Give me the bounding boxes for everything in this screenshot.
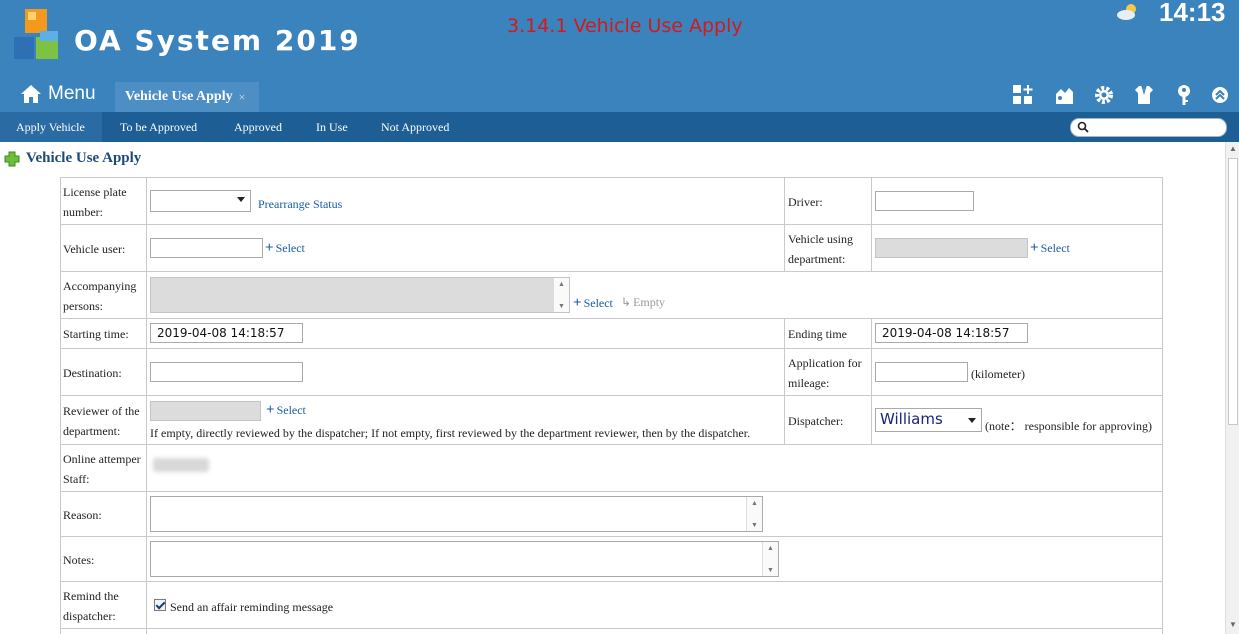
- clock: 14:13: [1159, 0, 1226, 27]
- notes-label: Notes:: [63, 553, 95, 567]
- home-icon: [21, 85, 41, 103]
- dispatcher-value: Williams: [880, 410, 943, 428]
- license-label: License plate number:: [63, 185, 127, 219]
- plus-icon: +: [266, 402, 275, 418]
- row-divider: [60, 628, 1163, 629]
- accompany-label: Accompanying persons:: [63, 279, 137, 313]
- row-divider: [60, 348, 1163, 349]
- vehicle-dept-label: Vehicle using department:: [788, 232, 853, 266]
- row-divider: [60, 444, 1163, 445]
- app-logo-icon: [14, 9, 58, 59]
- remind-checkbox[interactable]: [154, 599, 166, 611]
- app-title: OA System 2019: [74, 24, 361, 57]
- destination-input[interactable]: [150, 362, 303, 382]
- row-divider: [60, 318, 1163, 319]
- scroll-up-icon[interactable]: ▲: [1229, 144, 1237, 153]
- destination-label: Destination:: [63, 366, 122, 380]
- dispatcher-select[interactable]: Williams: [875, 408, 982, 432]
- reason-textarea[interactable]: ▲ ▼: [150, 496, 763, 532]
- vehicle-user-label: Vehicle user:: [63, 242, 126, 256]
- plus-icon: +: [265, 240, 274, 256]
- license-plate-select[interactable]: [150, 190, 251, 212]
- dispatcher-label: Dispatcher:: [788, 414, 844, 428]
- chevron-down-icon: [968, 418, 976, 423]
- dispatcher-note: (note： responsible for approving): [985, 419, 1152, 433]
- col-divider: [146, 177, 147, 634]
- search-input[interactable]: [1070, 118, 1227, 137]
- remind-checkbox-label[interactable]: Send an affair reminding message: [170, 600, 333, 615]
- add-green-icon: [4, 151, 20, 166]
- chevron-down-icon: [237, 197, 245, 202]
- textarea-scrollbar[interactable]: ▲ ▼: [746, 497, 762, 531]
- row-divider: [60, 536, 1163, 537]
- reviewer-hint: If empty, directly reviewed by the dispa…: [150, 426, 751, 440]
- row-divider: [60, 395, 1163, 396]
- shirt-icon[interactable]: [1133, 84, 1155, 106]
- menu-label: Menu: [48, 83, 96, 104]
- select-reviewer-link[interactable]: + Select: [266, 402, 306, 419]
- add-widget-icon[interactable]: [1012, 84, 1034, 106]
- partly-cloudy-icon: [1117, 4, 1136, 20]
- select-vehicle-user-link[interactable]: + Select: [265, 240, 305, 257]
- select-dept-link[interactable]: + Select: [1030, 240, 1070, 257]
- tab-close-icon[interactable]: ×: [239, 90, 246, 105]
- nav-in-use[interactable]: In Use: [316, 112, 348, 142]
- nav-to-be-approved[interactable]: To be Approved: [120, 112, 197, 142]
- top-header: OA System 2019 3.14.1 Vehicle Use Apply …: [0, 0, 1239, 112]
- search-icon: [1077, 121, 1089, 133]
- end-time-input[interactable]: 2019-04-08 14:18:57: [875, 323, 1028, 343]
- driver-input[interactable]: [875, 191, 974, 211]
- page-scrollbar[interactable]: ▲ ▼: [1225, 142, 1239, 634]
- empty-accompany-link[interactable]: ↳ Empty: [621, 295, 665, 310]
- nav-not-approved[interactable]: Not Approved: [381, 112, 449, 142]
- vehicle-user-input[interactable]: [150, 238, 263, 258]
- row-divider: [60, 581, 1163, 582]
- page-caption: 3.14.1 Vehicle Use Apply: [507, 15, 743, 37]
- textarea-scrollbar[interactable]: ▲ ▼: [762, 542, 778, 576]
- mileage-unit: (kilometer): [971, 367, 1025, 381]
- plus-icon: +: [573, 295, 582, 311]
- col-divider: [784, 318, 785, 444]
- col-divider: [871, 177, 872, 271]
- gear-icon[interactable]: [1093, 84, 1115, 106]
- driver-label: Driver:: [788, 195, 823, 209]
- nav-approved[interactable]: Approved: [234, 112, 282, 142]
- accompanying-persons-textarea: ▲ ▼: [150, 277, 570, 313]
- row-divider: [60, 224, 1163, 225]
- eraser-icon: ↳: [621, 295, 632, 309]
- mileage-label: Application for mileage:: [788, 356, 862, 390]
- row-divider: [60, 271, 1163, 272]
- end-time-label: Ending time: [788, 327, 847, 341]
- vehicle-dept-input: [875, 238, 1028, 258]
- menu-button[interactable]: Menu: [20, 81, 96, 107]
- notes-textarea[interactable]: ▲ ▼: [150, 541, 779, 577]
- mileage-input[interactable]: [875, 362, 968, 382]
- form-title: Vehicle Use Apply: [4, 150, 141, 167]
- sub-navigation: Apply Vehicle To be Approved Approved In…: [0, 112, 1239, 142]
- tab-vehicle-use-apply[interactable]: Vehicle Use Apply ×: [115, 82, 259, 112]
- col-divider: [871, 318, 872, 444]
- online-staff-value: [153, 458, 209, 472]
- plus-icon: +: [1030, 240, 1039, 256]
- select-accompany-link[interactable]: + Select: [573, 295, 613, 312]
- online-staff-label: Online attemper Staff:: [63, 452, 141, 486]
- start-time-input[interactable]: 2019-04-08 14:18:57: [150, 323, 303, 343]
- key-icon[interactable]: [1173, 84, 1195, 106]
- collapse-icon[interactable]: [1209, 84, 1231, 106]
- textarea-scrollbar[interactable]: ▲ ▼: [553, 278, 569, 312]
- scrollbar-thumb[interactable]: [1228, 158, 1238, 425]
- form-title-text: Vehicle Use Apply: [26, 150, 142, 166]
- prearrange-status-link[interactable]: Prearrange Status: [258, 197, 342, 212]
- scroll-down-icon[interactable]: ▼: [1229, 620, 1237, 629]
- start-time-label: Starting time:: [63, 327, 129, 341]
- reviewer-input: [150, 401, 261, 421]
- nav-apply-vehicle[interactable]: Apply Vehicle: [0, 112, 102, 142]
- tab-label: Vehicle Use Apply: [125, 89, 233, 104]
- reason-label: Reason:: [63, 508, 102, 522]
- remind-label: Remind the dispatcher:: [63, 589, 119, 623]
- reviewer-label: Reviewer of the department:: [63, 404, 140, 438]
- skin-icon[interactable]: [1053, 84, 1075, 106]
- col-divider: [784, 177, 785, 271]
- row-divider: [60, 491, 1163, 492]
